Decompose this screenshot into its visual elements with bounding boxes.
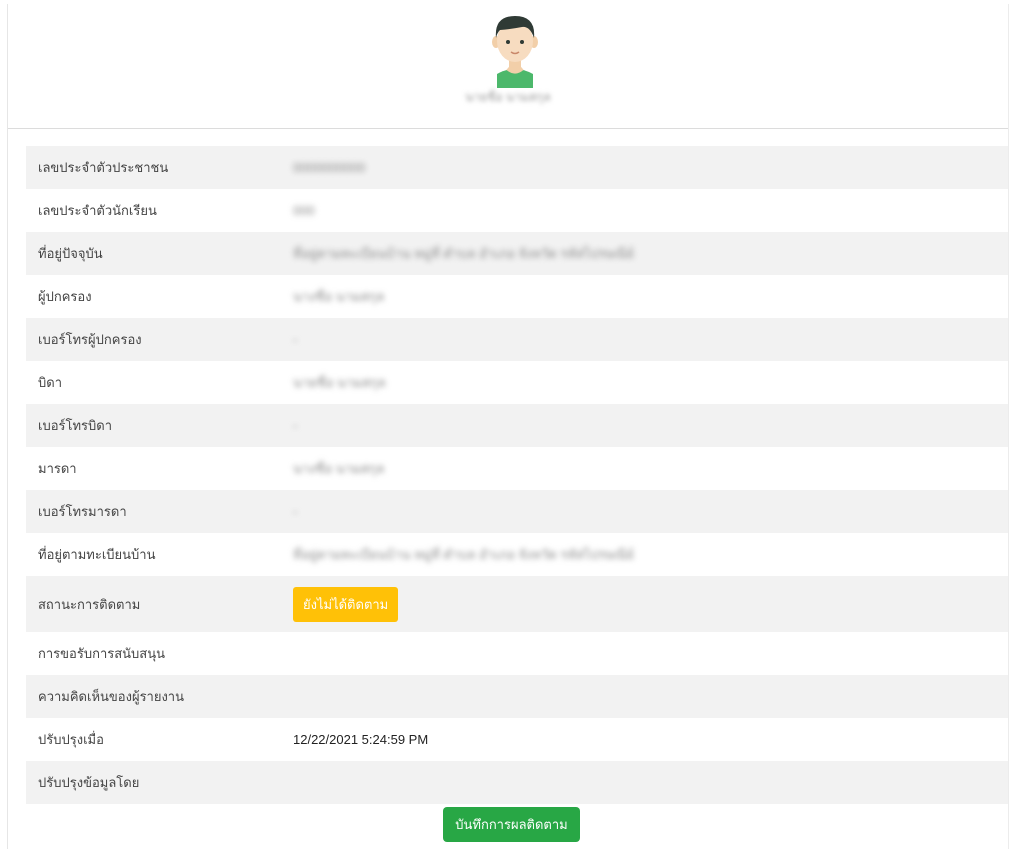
info-value-cell: -	[293, 318, 1008, 361]
info-label: ปรับปรุงเมื่อ	[38, 732, 104, 747]
info-row: เบอร์โทรผู้ปกครอง -	[26, 318, 1008, 361]
info-value-cell: ที่อยู่ตามทะเบียนบ้าน หมู่ที่ ตำบล อำเภอ…	[293, 533, 1008, 576]
info-row: สถานะการติดตาม ยังไม่ได้ติดตาม	[26, 576, 1008, 632]
info-row: มารดา นางชื่อ นามสกุล	[26, 447, 1008, 490]
info-row: ปรับปรุงข้อมูลโดย	[26, 761, 1008, 804]
info-row: เลขประจำตัวนักเรียน 000	[26, 189, 1008, 232]
student-name: นายชื่อ นามสกุล	[465, 90, 551, 104]
info-row: เบอร์โทรมารดา -	[26, 490, 1008, 533]
info-value: -	[293, 504, 298, 519]
status-badge: ยังไม่ได้ติดตาม	[293, 586, 399, 622]
info-row: ปรับปรุงเมื่อ 12/22/2021 5:24:59 PM	[26, 718, 1008, 761]
info-value: -	[293, 332, 298, 347]
info-row: ที่อยู่ปัจจุบัน ที่อยู่ตามทะเบียนบ้าน หมู…	[26, 232, 1008, 275]
info-value: นายชื่อ นามสกุล	[293, 375, 386, 390]
info-value-cell: ที่อยู่ตามทะเบียนบ้าน หมู่ที่ ตำบล อำเภอ…	[293, 232, 1008, 275]
info-value: 000	[293, 203, 315, 218]
info-value-cell	[293, 675, 1008, 718]
info-label: ความคิดเห็นของผู้รายงาน	[26, 675, 293, 718]
info-label: เลขประจำตัวประชาชน	[26, 146, 293, 189]
info-label: ปรับปรุงข้อมูลโดย	[26, 761, 293, 804]
info-value: นางชื่อ นามสกุล	[293, 461, 385, 476]
info-value-cell: นางชื่อ นามสกุล	[293, 275, 1008, 318]
info-value: ที่อยู่ตามทะเบียนบ้าน หมู่ที่ ตำบล อำเภอ…	[293, 547, 634, 562]
info-row: บิดา นายชื่อ นามสกุล	[26, 361, 1008, 404]
info-label: เบอร์โทรผู้ปกครอง	[26, 318, 293, 361]
info-row: ผู้ปกครอง นางชื่อ นามสกุล	[26, 275, 1008, 318]
info-label: ที่อยู่ปัจจุบัน	[26, 232, 293, 275]
avatar-icon	[492, 16, 538, 88]
info-value-cell: ยังไม่ได้ติดตาม	[293, 576, 1008, 632]
info-label: สถานะการติดตาม	[26, 576, 293, 632]
student-info-table: เลขประจำตัวประชาชน 0000000000 เลขประจำตัวน…	[26, 146, 1008, 804]
info-value: -	[293, 418, 298, 433]
info-label: เลขประจำตัวนักเรียน	[38, 203, 157, 218]
info-label: บิดา	[38, 375, 62, 390]
info-row: เบอร์โทรบิดา -	[26, 404, 1008, 447]
info-value-cell: 0000000000	[293, 146, 1008, 189]
info-value: 12/22/2021 5:24:59 PM	[293, 732, 429, 747]
info-label: ที่อยู่ตามทะเบียนบ้าน	[38, 547, 156, 562]
info-value: 0000000000	[293, 160, 366, 175]
info-value: นางชื่อ นามสกุล	[293, 289, 385, 304]
info-value: ที่อยู่ตามทะเบียนบ้าน หมู่ที่ ตำบล อำเภอ…	[293, 246, 634, 261]
student-profile-card: นายชื่อ นามสกุล เลขประจำตัวประชาชน 000000…	[7, 4, 1009, 849]
info-label: เบอร์โทรบิดา	[26, 404, 293, 447]
info-row: ความคิดเห็นของผู้รายงาน	[26, 675, 1008, 718]
info-label: มารดา	[38, 461, 77, 476]
info-label: เบอร์โทรมารดา	[26, 490, 293, 533]
info-row: เลขประจำตัวประชาชน 0000000000	[26, 146, 1008, 189]
info-value-cell: 000	[293, 189, 1008, 232]
info-value-cell	[293, 761, 1008, 804]
info-value-cell: นางชื่อ นามสกุล	[293, 447, 1008, 490]
info-value-cell: 12/22/2021 5:24:59 PM	[293, 718, 1008, 761]
save-follow-up-button[interactable]: บันทึกการผลติดตาม	[443, 807, 580, 842]
info-value-cell: -	[293, 404, 1008, 447]
info-value-cell: นายชื่อ นามสกุล	[293, 361, 1008, 404]
info-row: ที่อยู่ตามทะเบียนบ้าน ที่อยู่ตามทะเบียนบ้…	[26, 533, 1008, 576]
info-label: การขอรับการสนับสนุน	[38, 646, 166, 661]
info-label: ผู้ปกครอง	[38, 289, 92, 304]
info-value-cell: -	[293, 490, 1008, 533]
profile-header: นายชื่อ นามสกุล	[8, 4, 1008, 129]
info-row: การขอรับการสนับสนุน	[26, 632, 1008, 675]
info-value-cell	[293, 632, 1008, 675]
